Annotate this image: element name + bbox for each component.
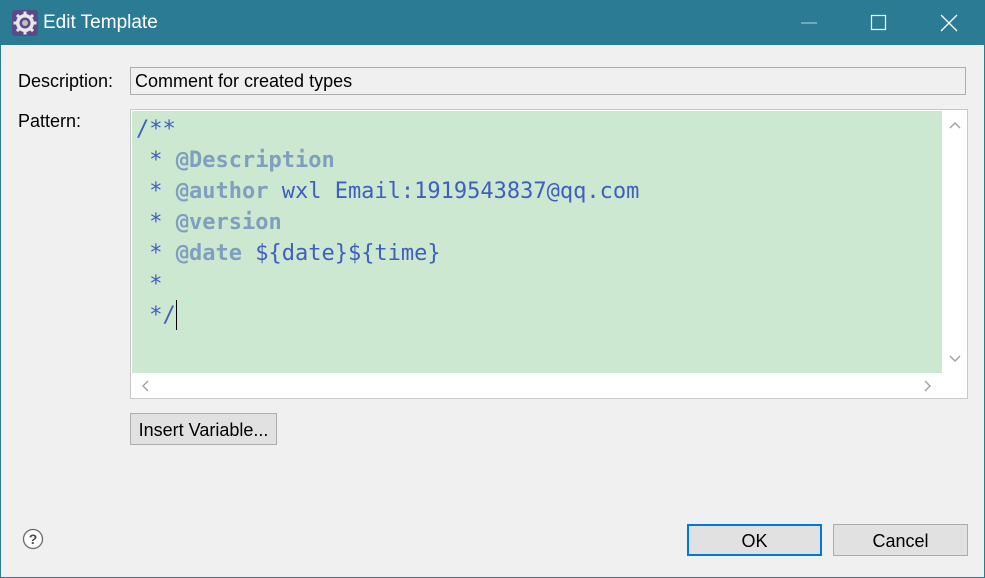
dialog-title: Edit Template	[43, 12, 158, 33]
ok-button[interactable]: OK	[687, 524, 822, 556]
code-line-5-text: ${date}${time}	[241, 241, 441, 266]
help-icon[interactable]: ?	[22, 528, 44, 550]
scroll-left-icon[interactable]	[141, 380, 149, 392]
svg-text:?: ?	[29, 531, 38, 547]
description-field[interactable]: Comment for created types	[130, 67, 966, 95]
code-line-5-prefix: *	[136, 241, 176, 266]
pattern-label: Pattern:	[18, 111, 82, 131]
code-line-6: *	[136, 272, 163, 297]
eclipse-gear-icon	[12, 10, 38, 36]
code-line-4-prefix: *	[136, 210, 176, 235]
cancel-button[interactable]: Cancel	[833, 524, 968, 556]
code-line-3-text: wxl Email:1919543837@qq.com	[268, 179, 640, 204]
scroll-up-icon[interactable]	[949, 121, 961, 129]
minimize-icon	[801, 22, 817, 24]
scroll-right-icon[interactable]	[924, 380, 932, 392]
pattern-editor[interactable]: /** * @Description * @author wxl Email:1…	[132, 111, 942, 373]
code-line-3-prefix: *	[136, 179, 176, 204]
close-icon	[940, 14, 958, 32]
javadoc-tag-author: @author	[175, 179, 269, 204]
javadoc-tag-description: @Description	[175, 148, 335, 173]
description-label: Description:	[18, 71, 114, 91]
javadoc-tag-version: @version	[175, 210, 282, 235]
javadoc-tag-date: @date	[175, 241, 242, 266]
edit-template-dialog: Edit Template Description: Comment for c…	[0, 0, 985, 578]
text-caret	[175, 300, 177, 330]
horizontal-scrollbar[interactable]	[132, 373, 942, 397]
pattern-code: /** * @Description * @author wxl Email:1…	[136, 114, 639, 331]
maximize-icon	[870, 14, 887, 31]
maximize-button[interactable]	[844, 1, 914, 45]
minimize-button[interactable]	[774, 1, 844, 45]
code-line-2-prefix: *	[136, 148, 176, 173]
title-bar[interactable]: Edit Template	[1, 1, 984, 45]
code-line-7: */	[136, 303, 176, 328]
scroll-down-icon[interactable]	[949, 355, 961, 363]
close-button[interactable]	[914, 1, 984, 45]
vertical-scrollbar[interactable]	[942, 111, 967, 373]
code-line-1: /**	[136, 117, 176, 142]
pattern-editor-container: /** * @Description * @author wxl Email:1…	[130, 109, 968, 399]
insert-variable-button[interactable]: Insert Variable...	[130, 413, 277, 445]
